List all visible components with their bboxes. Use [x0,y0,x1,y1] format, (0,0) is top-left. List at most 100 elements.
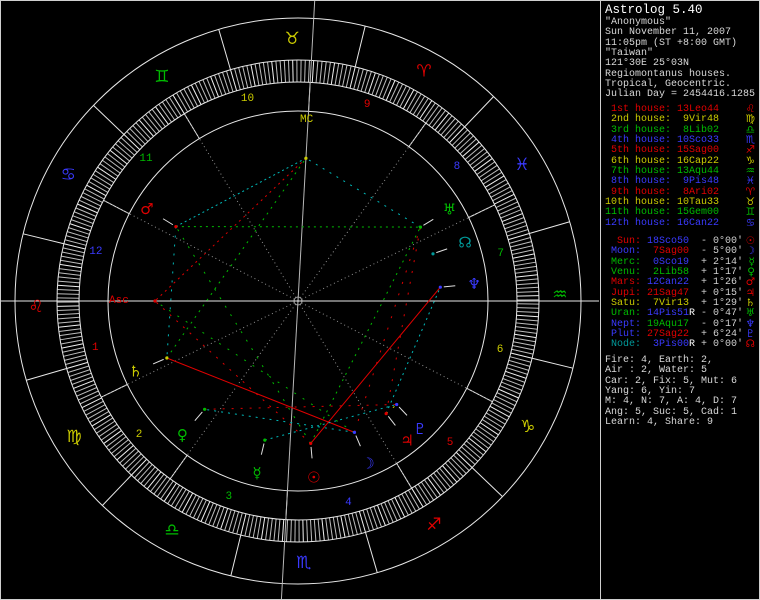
zodiac-glyph-aries: ♈ [416,61,431,81]
degree-tick [485,412,506,425]
degree-tick [326,62,331,85]
degree-tick [84,188,105,200]
degree-tick [490,186,511,198]
degree-tick [404,491,417,512]
aspect-line-mercury-pluto [264,404,397,441]
degree-tick [62,247,85,254]
house-number-11: 11 [139,153,153,165]
zodiac-glyph-gemini: ♊ [154,67,169,87]
degree-tick [260,517,266,540]
degree-tick [500,209,522,219]
degree-tick [409,93,422,114]
degree-tick [218,73,227,95]
degree-tick [290,519,292,542]
pluto-pointer [398,406,408,416]
degree-tick [73,211,95,221]
degree-tick [378,76,388,98]
degree-tick [57,293,80,295]
degree-tick [61,343,84,349]
aspect-line-moon-uranus [354,226,421,433]
planet-list: Sun: 18Sco50 - 0°00' ☉ Moon: 7Sag00 - 5°0… [605,236,759,351]
degree-tick [220,508,229,530]
stat-line: Learn: 4, Share: 9 [605,417,714,429]
degree-tick [178,490,190,511]
planet-label: Node: [605,339,648,351]
degree-tick [70,219,93,228]
degree-tick [57,284,80,288]
house-number-10: 10 [241,93,254,105]
planet-position-value: 14Pis51 [647,308,690,320]
house-number-5: 5 [447,437,454,449]
degree-tick [484,175,505,188]
degree-tick [402,89,415,110]
degree-tick [504,221,526,230]
house-cusp-spoke [103,199,299,302]
planet-glyph-mercury: ☿ [252,464,261,482]
degree-tick [271,61,275,84]
planet-row: Node: 3Pis00R + 0°00' ☊ [605,339,759,351]
degree-tick [57,320,80,324]
degree-tick [57,289,80,292]
zodiac-glyph-capricorn: ♑ [520,417,535,437]
aspect-line-sun-uranus [310,226,421,444]
degree-tick [283,60,287,83]
degree-tick [391,498,402,520]
planet-glyph-moon: ☽ [361,455,374,473]
ascendant-label: Asc [109,295,129,307]
degree-tick [202,79,212,101]
house-list: 1st house: 13Leo44 ♌ 2nd house: 9Vir48 ♍ 3… [605,104,759,229]
planet-label: Mars: [605,277,648,289]
aspect-line-sun-asc [154,300,312,444]
degree-tick [61,251,84,257]
sun-aspect-dot [309,441,313,446]
chart-header: Astrolog 5.40 "Anonymous" Sun November 11… [605,3,759,101]
degree-tick [505,370,527,379]
planet-latitude-value: + 1°26' [695,277,744,289]
degree-tick [315,60,319,83]
degree-tick [497,201,518,212]
degree-tick [511,348,534,355]
midheaven-label: MC [300,114,314,126]
zodiac-glyph-cancer: ♋ [61,165,76,185]
house-number-1: 1 [92,342,99,354]
degree-tick [181,492,194,513]
aspect-line-mars-mc [175,157,307,228]
degree-tick [81,397,102,409]
zodiac-glyph-virgo: ♍ [66,427,81,447]
degree-tick [72,215,94,224]
degree-tick [190,84,202,105]
degree-tick [277,519,281,542]
degree-tick [501,381,523,391]
degree-tick [385,80,396,101]
planet-glyph-neptune: ♆ [467,275,480,293]
planet-glyph-venus: ♀ [177,426,188,444]
asc-aspect-dot [153,299,157,303]
degree-tick [74,383,96,393]
planet-glyph-jupiter: ♃ [400,431,413,449]
degree-tick [82,192,103,203]
degree-tick [514,261,536,267]
degree-tick [373,506,382,528]
degree-tick [59,263,82,269]
degree-tick [78,390,99,401]
degree-tick [304,60,306,83]
degree-tick [306,519,309,542]
degree-tick [71,376,93,385]
degree-tick [75,207,97,217]
sign-boundary [365,532,378,573]
house-number-2: 2 [136,429,143,441]
node-pointer [436,248,448,254]
degree-tick [330,62,336,85]
degree-tick [513,257,536,263]
house-cusp-spoke [169,300,299,480]
degree-tick [371,73,380,96]
pluto-aspect-dot [395,402,399,407]
sign-boundary [354,25,366,68]
house-cusp-value: 12th house: 16Can22 [605,217,720,229]
aspect-line-uranus-mc [305,157,421,228]
zodiac-glyph-scorpio: ♏ [296,553,311,573]
degree-tick [389,81,400,103]
degree-tick [493,399,514,410]
degree-tick [342,64,348,87]
astrolog-window: ☉ ☽ ☿ ♀ ♂ ♃ ♄ ♅ ♆ ♇ ☊ 1 2 3 4 5 6 7 8 9 10 11 12 ♈ ♉ ♊ ♋ ♌ ♍ ♎ ♏ ♐ ♑ ♒ ♓ As… [0,0,760,600]
